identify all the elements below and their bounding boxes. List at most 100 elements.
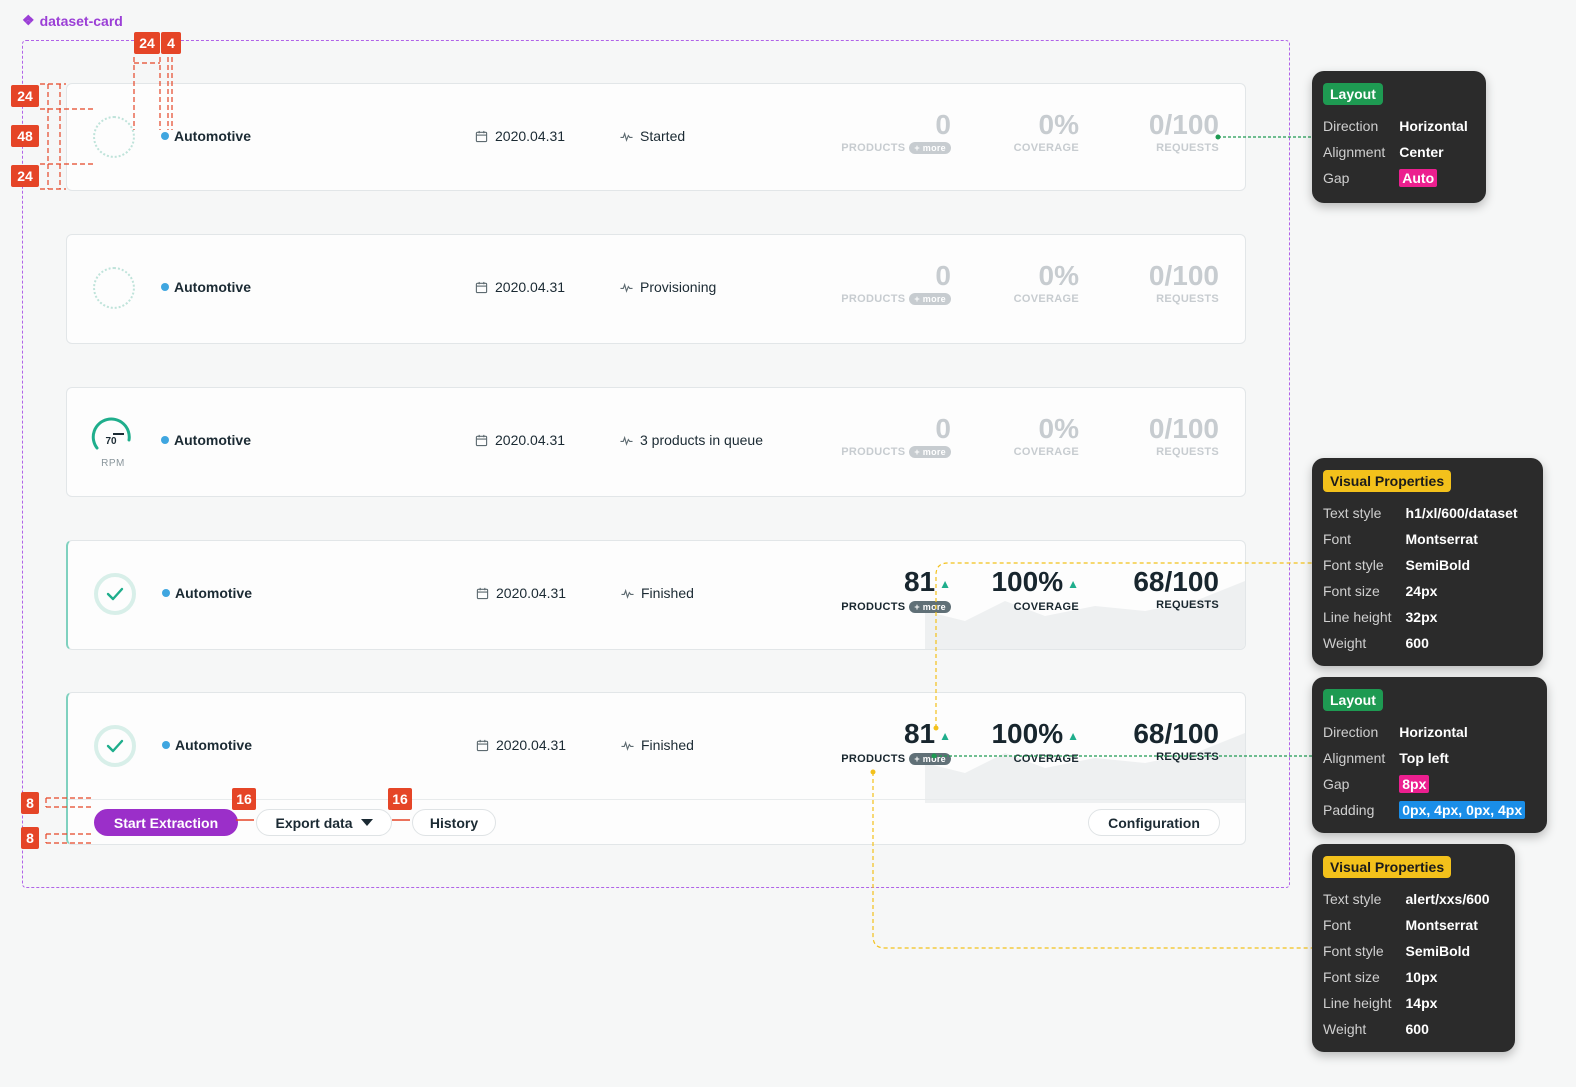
prop-key: Weight [1323,1021,1367,1037]
category-label: Automotive [174,128,251,144]
requests-caption: REQUESTS [1156,142,1219,154]
products-metric: 81 ▲ PRODUCTS + more [841,565,951,613]
more-tag[interactable]: + more [909,446,951,458]
prop-value: Montserrat [1405,531,1478,547]
prop-key: Font style [1323,943,1384,959]
coverage-metric: 0% COVERAGE [1014,259,1079,305]
category-label: Automotive [174,279,251,295]
caret-down-icon [360,819,373,826]
products-value: 0 [935,109,951,140]
category-label: Automotive [174,432,251,448]
prop-key: Text style [1323,891,1382,907]
trend-up-icon: ▲ [1067,576,1079,591]
dataset-card-finished[interactable]: Automotive 2020.04.31 Finished 81 ▲ PRODUC… [66,540,1246,650]
export-data-button[interactable]: Export data [256,809,392,836]
dataset-card-started[interactable]: Automotive 2020.04.31 Started 0 PRODUCTS +… [66,83,1246,191]
category-dot-icon [161,283,169,291]
export-data-label: Export data [275,814,353,831]
spacing-badge-48: 48 [11,125,39,147]
prop-value: Center [1399,144,1444,160]
prop-value: 0px, 4px, 0px, 4px [1399,801,1526,819]
prop-key: Line height [1323,995,1392,1011]
trend-up-icon: ▲ [1067,728,1079,743]
prop-key: Text style [1323,505,1382,521]
activity-icon [620,131,633,142]
requests-caption: REQUESTS [1156,446,1219,458]
component-icon: ❖ [22,12,35,28]
products-metric: 0 PRODUCTS + more [841,412,951,458]
prop-value: 24px [1405,583,1438,599]
requests-caption: REQUESTS [1156,751,1219,763]
prop-value: h1/xl/600/dataset [1405,505,1518,521]
status: Started [620,128,685,144]
more-tag[interactable]: + more [909,600,951,613]
prop-value: Top left [1399,750,1449,766]
dataset-card-provisioning[interactable]: Automotive 2020.04.31 Provisioning 0 PROD… [66,234,1246,344]
prop-key: Font style [1323,557,1384,573]
dataset-card-queue[interactable]: 70 RPM Automotive 2020.04.31 3 products … [66,387,1246,497]
calendar-icon [476,739,489,751]
coverage-value: 0% [1038,260,1079,291]
coverage-metric: 0% COVERAGE [1014,108,1079,154]
activity-icon [620,435,633,446]
coverage-caption: COVERAGE [1013,142,1079,154]
prop-key: Direction [1323,118,1379,134]
frame-label: ❖ dataset-card [22,12,123,29]
more-tag[interactable]: + more [909,293,951,305]
trend-up-icon: ▲ [939,728,951,743]
check-circle-icon [94,573,136,615]
panel-title: Visual Properties [1323,470,1452,492]
prop-value: 14px [1405,995,1438,1011]
coverage-metric: 100% ▲ COVERAGE [991,565,1079,613]
prop-key: Weight [1323,635,1367,651]
more-tag[interactable]: + more [909,752,951,765]
category-dot-icon [161,132,169,140]
products-caption: PRODUCTS [841,293,906,305]
spacing-badge-4: 4 [161,32,181,54]
requests-value: 68/100 [1133,566,1219,597]
requests-metric: 0/100 REQUESTS [1149,259,1219,305]
requests-metric: 0/100 REQUESTS [1149,412,1219,458]
category-label: Automotive [175,737,252,753]
coverage-value: 0% [1038,109,1079,140]
requests-value: 68/100 [1133,718,1219,749]
requests-value: 0/100 [1148,109,1219,140]
products-value: 81 [903,718,936,749]
date-label: 2020.04.31 [496,737,567,753]
requests-value: 0/100 [1148,413,1219,444]
spacing-badge-24-top: 24 [11,85,39,107]
prop-value: 32px [1405,609,1438,625]
dataset-card-finished-expanded[interactable]: Automotive 2020.04.31 Finished 81 ▲ PRODUC… [66,692,1246,845]
calendar-icon [475,434,488,446]
prop-value: Horizontal [1399,118,1468,134]
prop-key: Font size [1323,583,1380,599]
requests-metric: 68/100 REQUESTS [1133,717,1219,763]
prop-key: Line height [1323,609,1392,625]
configuration-button[interactable]: Configuration [1088,809,1220,836]
panel-table: Text style alert/xxs/600 Font Montserrat F… [1323,886,1490,1042]
visual-panel-1: Visual Properties Text style h1/xl/600/da… [1312,458,1543,666]
category: Automotive [161,432,251,448]
activity-icon [621,740,634,751]
trend-up-icon: ▲ [939,576,951,591]
prop-key: Alignment [1323,750,1386,766]
calendar-icon [475,130,488,142]
history-button[interactable]: History [412,809,496,836]
date-label: 2020.04.31 [496,585,567,601]
more-tag[interactable]: + more [909,142,951,154]
status: Finished [621,737,694,753]
start-extraction-button[interactable]: Start Extraction [94,809,238,836]
coverage-value: 0% [1038,413,1079,444]
prop-key: Alignment [1323,144,1386,160]
category-dot-icon [162,589,170,597]
prop-value: 600 [1405,635,1429,651]
requests-caption: REQUESTS [1156,293,1219,305]
category-dot-icon [161,436,169,444]
status: Finished [621,585,694,601]
date: 2020.04.31 [476,737,566,753]
category: Automotive [162,737,252,753]
products-caption: PRODUCTS [841,600,906,613]
coverage-value: 100% [991,718,1064,749]
requests-caption: REQUESTS [1156,599,1219,611]
status-label: Started [640,128,686,144]
